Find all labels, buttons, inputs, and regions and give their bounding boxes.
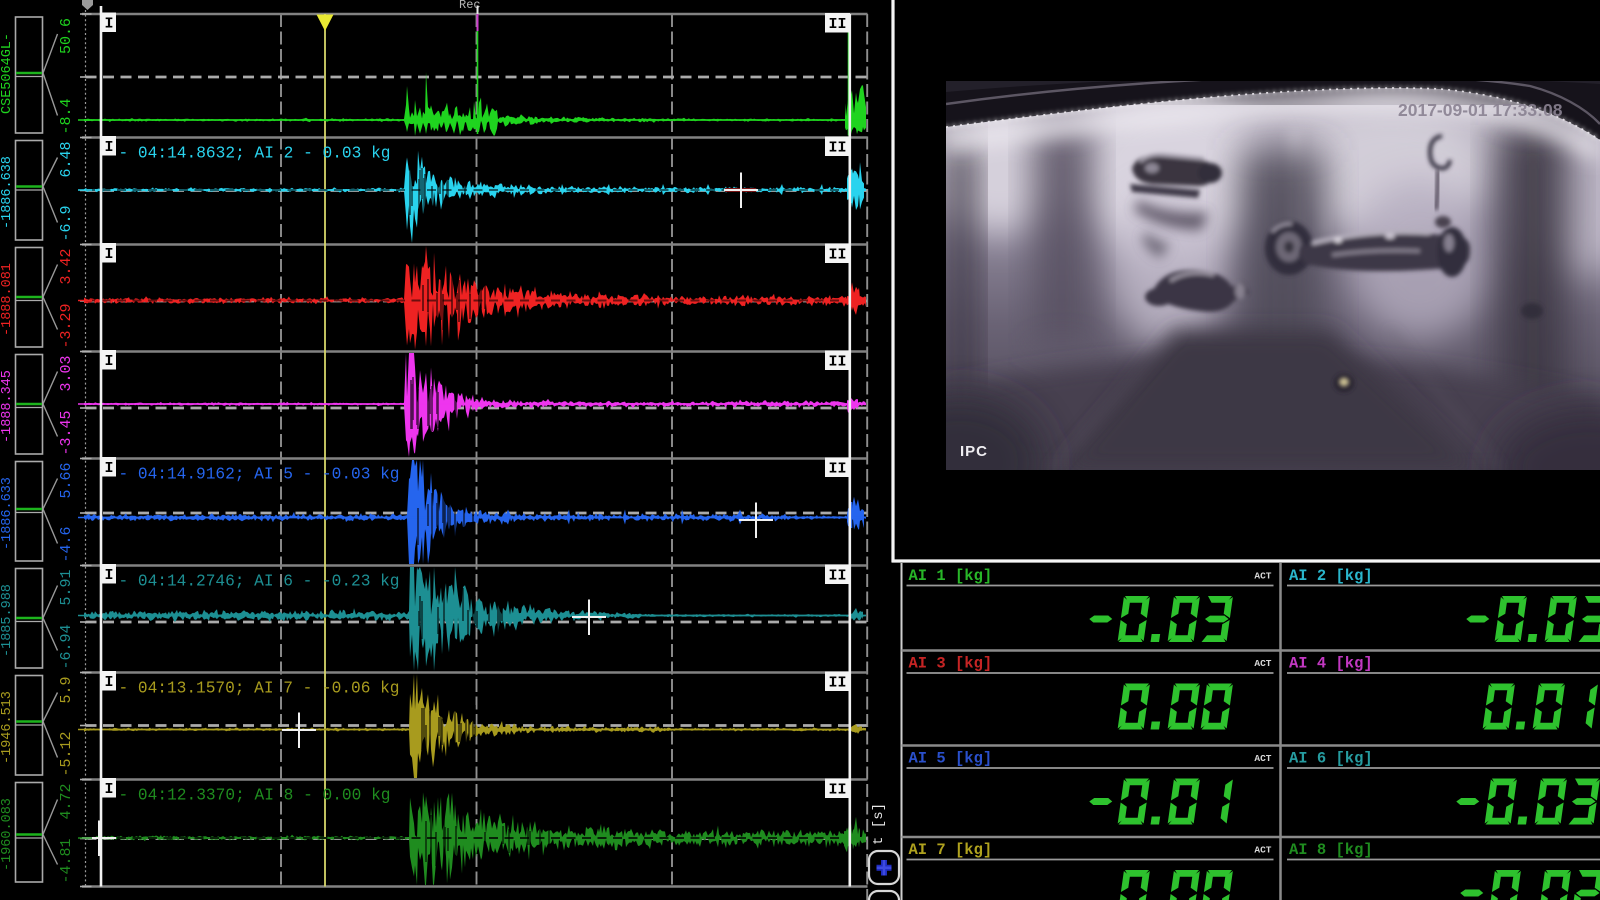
svg-text:I: I bbox=[104, 353, 113, 370]
svg-text:3.03: 3.03 bbox=[58, 356, 75, 392]
svg-text:CSE5064GL-: CSE5064GL- bbox=[0, 33, 15, 114]
svg-text:AI 1 [kg]: AI 1 [kg] bbox=[909, 567, 993, 585]
svg-text:-1946.513: -1946.513 bbox=[0, 691, 15, 764]
svg-text:50.6: 50.6 bbox=[58, 18, 75, 54]
svg-text:ACT: ACT bbox=[1254, 753, 1271, 764]
svg-text:I: I bbox=[104, 674, 113, 691]
svg-text:IPC: IPC bbox=[960, 443, 988, 460]
svg-text:2017-09-01 17:33:08: 2017-09-01 17:33:08 bbox=[1398, 100, 1563, 120]
svg-text:5.66: 5.66 bbox=[58, 463, 75, 499]
svg-text:-1886.638: -1886.638 bbox=[0, 156, 15, 229]
svg-text:-1886.633: -1886.633 bbox=[0, 477, 15, 550]
svg-text:AI 4 [kg]: AI 4 [kg] bbox=[1289, 655, 1373, 673]
svg-text:4.72: 4.72 bbox=[58, 784, 75, 820]
svg-text:AI 2 [kg]: AI 2 [kg] bbox=[1289, 567, 1373, 585]
svg-text:- 04:14.9162; AI 5 - -0.03 kg: - 04:14.9162; AI 5 - -0.03 kg bbox=[119, 466, 400, 484]
svg-text:AI 3 [kg]: AI 3 [kg] bbox=[909, 655, 993, 673]
svg-text:5.9: 5.9 bbox=[58, 677, 75, 704]
svg-text:I: I bbox=[104, 16, 113, 33]
svg-text:-1960.083: -1960.083 bbox=[0, 798, 15, 871]
svg-text:II: II bbox=[828, 140, 846, 157]
svg-text:AI 7 [kg]: AI 7 [kg] bbox=[909, 841, 993, 859]
svg-text:-5.12: -5.12 bbox=[58, 731, 75, 776]
svg-text:t [s]: t [s] bbox=[871, 803, 887, 845]
svg-text:II: II bbox=[828, 675, 846, 692]
svg-text:ACT: ACT bbox=[1254, 571, 1271, 582]
svg-text:II: II bbox=[828, 461, 846, 478]
svg-text:I: I bbox=[104, 567, 113, 584]
svg-text:- 04:13.1570; AI 7 - -0.06 kg: - 04:13.1570; AI 7 - -0.06 kg bbox=[119, 680, 400, 698]
svg-text:- 04:14.2746; AI 6 - -0.23 kg: - 04:14.2746; AI 6 - -0.23 kg bbox=[119, 573, 400, 591]
svg-text:-3.29: -3.29 bbox=[58, 303, 75, 348]
svg-text:-3.45: -3.45 bbox=[58, 410, 75, 455]
svg-text:I: I bbox=[104, 781, 113, 798]
svg-text:-8.4: -8.4 bbox=[58, 98, 75, 134]
svg-text:-1888.345: -1888.345 bbox=[0, 370, 15, 443]
svg-text:-1885.988: -1885.988 bbox=[0, 584, 15, 657]
svg-text:II: II bbox=[828, 16, 846, 33]
svg-text:I: I bbox=[104, 246, 113, 263]
svg-text:-1888.081: -1888.081 bbox=[0, 263, 15, 336]
svg-text:- 04:14.8632; AI 2 - 0.03 kg: - 04:14.8632; AI 2 - 0.03 kg bbox=[119, 145, 391, 163]
svg-text:II: II bbox=[828, 782, 846, 799]
svg-text:AI 5 [kg]: AI 5 [kg] bbox=[909, 750, 993, 768]
svg-text:ACT: ACT bbox=[1254, 845, 1271, 856]
svg-text:AI 8 [kg]: AI 8 [kg] bbox=[1289, 841, 1373, 859]
svg-text:II: II bbox=[828, 354, 846, 371]
svg-text:II: II bbox=[828, 247, 846, 264]
svg-text:6.48: 6.48 bbox=[58, 142, 75, 178]
svg-text:-6.94: -6.94 bbox=[58, 624, 75, 669]
svg-text:-4.81: -4.81 bbox=[58, 838, 75, 883]
svg-text:5.91: 5.91 bbox=[58, 570, 75, 606]
svg-text:II: II bbox=[828, 568, 846, 585]
svg-text:AI 6 [kg]: AI 6 [kg] bbox=[1289, 750, 1373, 768]
svg-text:-6.9: -6.9 bbox=[58, 205, 75, 241]
svg-text:- 04:12.3370; AI 8 - 0.00 kg: - 04:12.3370; AI 8 - 0.00 kg bbox=[119, 787, 391, 805]
svg-text:I: I bbox=[104, 460, 113, 477]
svg-text:ACT: ACT bbox=[1254, 658, 1271, 669]
svg-text:3.42: 3.42 bbox=[58, 249, 75, 285]
svg-text:I: I bbox=[104, 139, 113, 156]
svg-text:-4.6: -4.6 bbox=[58, 526, 75, 562]
